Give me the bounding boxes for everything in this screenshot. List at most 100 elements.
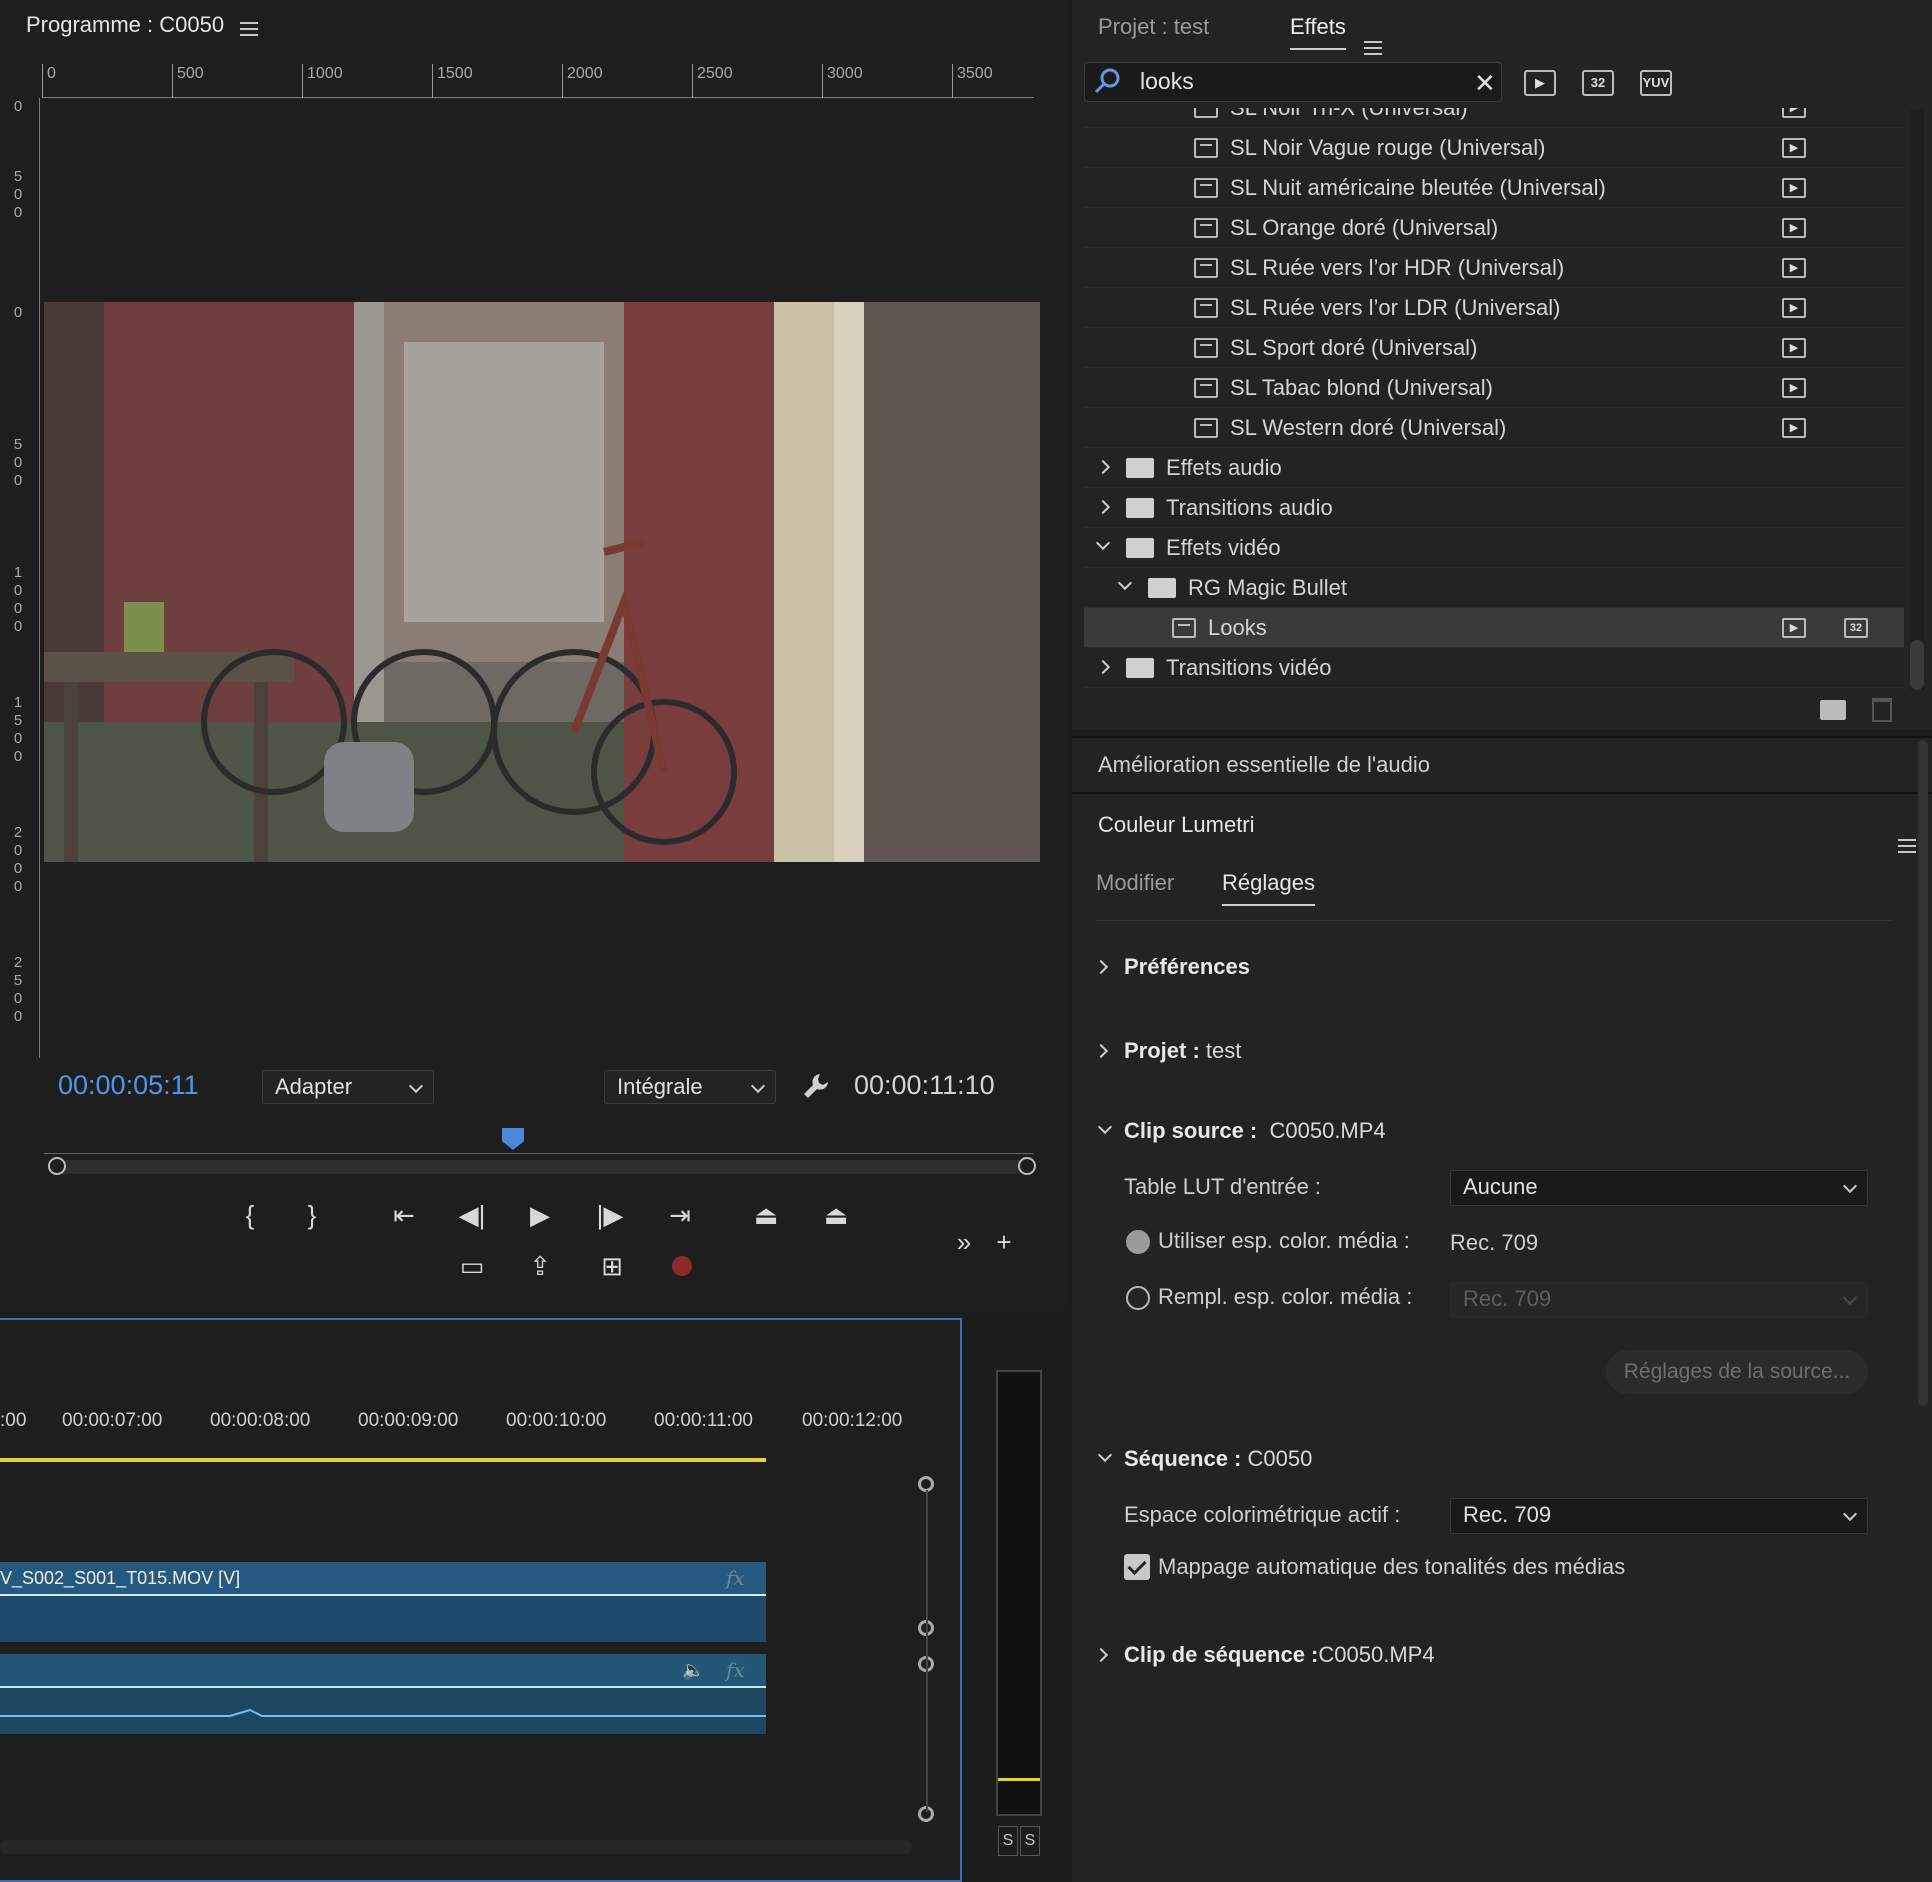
effects-item[interactable]: ▶ SL Noir Tri-X (Universal) <box>1084 108 1904 128</box>
effects-item-label: SL Ruée vers l’or HDR (Universal) <box>1230 255 1565 280</box>
section-project[interactable]: Projet : test <box>1124 1038 1241 1064</box>
play-icon[interactable]: ▶ <box>520 1195 560 1235</box>
effects-folder[interactable]: Transitions audio <box>1084 488 1904 528</box>
current-timecode[interactable]: 00:00:05:11 <box>58 1070 199 1101</box>
go-to-in-icon[interactable]: ⇤ <box>384 1195 424 1235</box>
mark-in-icon[interactable]: { <box>230 1195 270 1235</box>
step-forward-icon[interactable]: |▶ <box>590 1195 630 1235</box>
timeline-vertical-scrollbar[interactable] <box>926 1490 928 1812</box>
accelerated-effects-icon[interactable]: ▶ <box>1524 70 1556 96</box>
new-folder-icon[interactable] <box>1820 700 1846 720</box>
chevron-down-icon <box>750 1078 766 1094</box>
work-area-bar[interactable] <box>0 1458 766 1462</box>
effects-item[interactable]: ▶ SL Ruée vers l’or LDR (Universal) <box>1084 288 1904 328</box>
effects-folder[interactable]: Effets audio <box>1084 448 1904 488</box>
chevron-down-icon[interactable] <box>1095 535 1111 551</box>
effects-item[interactable]: ▶ SL Western doré (Universal) <box>1084 408 1904 448</box>
effects-item[interactable]: ▶ SL Nuit américaine bleutée (Universal) <box>1084 168 1904 208</box>
folder-icon <box>1126 538 1154 558</box>
source-settings-button[interactable]: Réglages de la source... <box>1606 1350 1868 1394</box>
section-sequence-clip[interactable]: Clip de séquence :C0050.MP4 <box>1124 1642 1435 1668</box>
folder-icon <box>1126 458 1154 478</box>
effects-folder[interactable]: Transitions vidéo <box>1084 648 1904 688</box>
effects-folder[interactable]: Effets vidéo <box>1084 528 1904 568</box>
scrollbar-right-handle[interactable] <box>1018 1157 1036 1175</box>
effects-item[interactable]: ▶ SL Ruée vers l’or HDR (Universal) <box>1084 248 1904 288</box>
ruler-tick-label: 2 5 0 0 <box>13 954 23 1025</box>
lift-icon[interactable]: ⏏ <box>746 1195 786 1235</box>
trash-icon[interactable] <box>1872 698 1892 722</box>
go-to-out-icon[interactable]: ⇥ <box>660 1195 700 1235</box>
lumetri-menu-icon[interactable] <box>1898 839 1917 853</box>
clear-search-icon[interactable]: ✕ <box>1474 68 1496 99</box>
effects-folder[interactable]: RG Magic Bullet <box>1084 568 1904 608</box>
section-preferences[interactable]: Préférences <box>1124 954 1250 980</box>
zoom-scrollbar[interactable] <box>56 1160 1028 1174</box>
lut-dropdown[interactable]: Aucune <box>1450 1170 1868 1206</box>
chevron-right-icon[interactable] <box>1095 459 1111 475</box>
effects-scrollbar[interactable] <box>1910 110 1924 690</box>
tab-modify[interactable]: Modifier <box>1096 870 1174 896</box>
chevron-right-icon[interactable] <box>1095 659 1111 675</box>
solo-left-button[interactable]: S <box>998 1826 1018 1856</box>
add-button-icon[interactable]: + <box>984 1222 1024 1262</box>
use-media-label: Utiliser esp. color. média : <box>1158 1228 1410 1253</box>
ruler-tick-label: 2 0 0 0 <box>13 824 23 895</box>
wrench-icon[interactable] <box>800 1070 832 1102</box>
use-media-radio[interactable] <box>1126 1230 1150 1254</box>
effects-item[interactable]: ▶ SL Sport doré (Universal) <box>1084 328 1904 368</box>
tab-effects[interactable]: Effets <box>1290 14 1346 50</box>
mark-out-icon[interactable]: } <box>292 1195 332 1235</box>
scrollbar-left-handle[interactable] <box>48 1157 66 1175</box>
timeline-time-label: 00:00:12:00 <box>802 1410 903 1431</box>
ruler-tick-label: 2500 <box>692 64 733 98</box>
vertical-ruler: 0 5 0 0 0 5 0 0 1 0 0 0 1 5 0 0 2 0 0 0 2 5 0 0 <box>10 98 40 1058</box>
monitor-title: Programme : C0050 <box>26 12 225 37</box>
tonemap-checkbox[interactable] <box>1124 1554 1150 1580</box>
timeline-horizontal-scrollbar[interactable] <box>0 1840 912 1854</box>
chevron-down-icon[interactable] <box>1117 575 1133 591</box>
horizontal-ruler: 0 500 1000 1500 2000 2500 3000 3500 <box>42 64 1034 98</box>
extract-icon[interactable]: ⏏ <box>816 1195 856 1235</box>
section-sequence[interactable]: Séquence : C0050 <box>1124 1446 1312 1472</box>
clip-source-label: Clip source : <box>1124 1118 1258 1143</box>
colorspace-label: Espace colorimétrique actif : <box>1124 1502 1401 1527</box>
monitor-menu-icon[interactable] <box>240 22 258 36</box>
lumetri-scrollbar[interactable] <box>1918 740 1928 1406</box>
multicam-icon[interactable]: ⊞ <box>592 1246 632 1286</box>
effects-item[interactable]: ▶ SL Noir Vague rouge (Universal) <box>1084 128 1904 168</box>
record-icon[interactable] <box>672 1256 692 1276</box>
panel-divider <box>1072 792 1932 794</box>
override-radio[interactable] <box>1126 1286 1150 1310</box>
32bit-effects-icon[interactable]: 32 <box>1582 70 1614 96</box>
colorspace-dropdown[interactable]: Rec. 709 <box>1450 1498 1868 1534</box>
override-label: Rempl. esp. color. média : <box>1158 1284 1413 1309</box>
ruler-tick-label: 5 0 0 <box>13 436 23 489</box>
tab-project[interactable]: Projet : test <box>1098 14 1209 40</box>
section-clip-source[interactable]: Clip source : C0050.MP4 <box>1124 1118 1386 1144</box>
chevron-right-icon[interactable] <box>1095 499 1111 515</box>
effects-menu-icon[interactable] <box>1364 41 1382 55</box>
solo-right-button[interactable]: S <box>1020 1826 1040 1856</box>
override-value: Rec. 709 <box>1463 1286 1552 1311</box>
lumetri-title[interactable]: Couleur Lumetri <box>1098 812 1255 838</box>
effects-item[interactable]: ▶ SL Orange doré (Universal) <box>1084 208 1904 248</box>
scrub-ruler[interactable] <box>44 1128 1034 1154</box>
32bit-badge-icon: 32 <box>1844 618 1868 638</box>
tab-settings[interactable]: Réglages <box>1222 870 1315 906</box>
export-frame-icon[interactable]: ⇪ <box>520 1246 560 1286</box>
audio-panel-title[interactable]: Amélioration essentielle de l'audio <box>1098 752 1430 778</box>
video-frame <box>44 302 1040 862</box>
zoom-dropdown[interactable]: Adapter <box>262 1070 434 1104</box>
effects-item[interactable]: ▶ 32 Looks <box>1084 608 1904 648</box>
more-controls-icon[interactable]: » <box>944 1222 984 1262</box>
timeline-time-label: 00:00:10:00 <box>506 1410 607 1431</box>
step-back-icon[interactable]: ◀| <box>452 1195 492 1235</box>
override-dropdown[interactable]: Rec. 709 <box>1450 1282 1868 1318</box>
resolution-dropdown[interactable]: Intégrale <box>604 1070 776 1104</box>
yuv-effects-icon[interactable]: YUV <box>1640 70 1672 96</box>
audio-clip-header[interactable] <box>0 1654 766 1688</box>
safe-margins-icon[interactable]: ▭ <box>452 1246 492 1286</box>
video-clip-label: V_S002_S001_T015.MOV [V] <box>0 1568 241 1588</box>
effects-item[interactable]: ▶ SL Tabac blond (Universal) <box>1084 368 1904 408</box>
